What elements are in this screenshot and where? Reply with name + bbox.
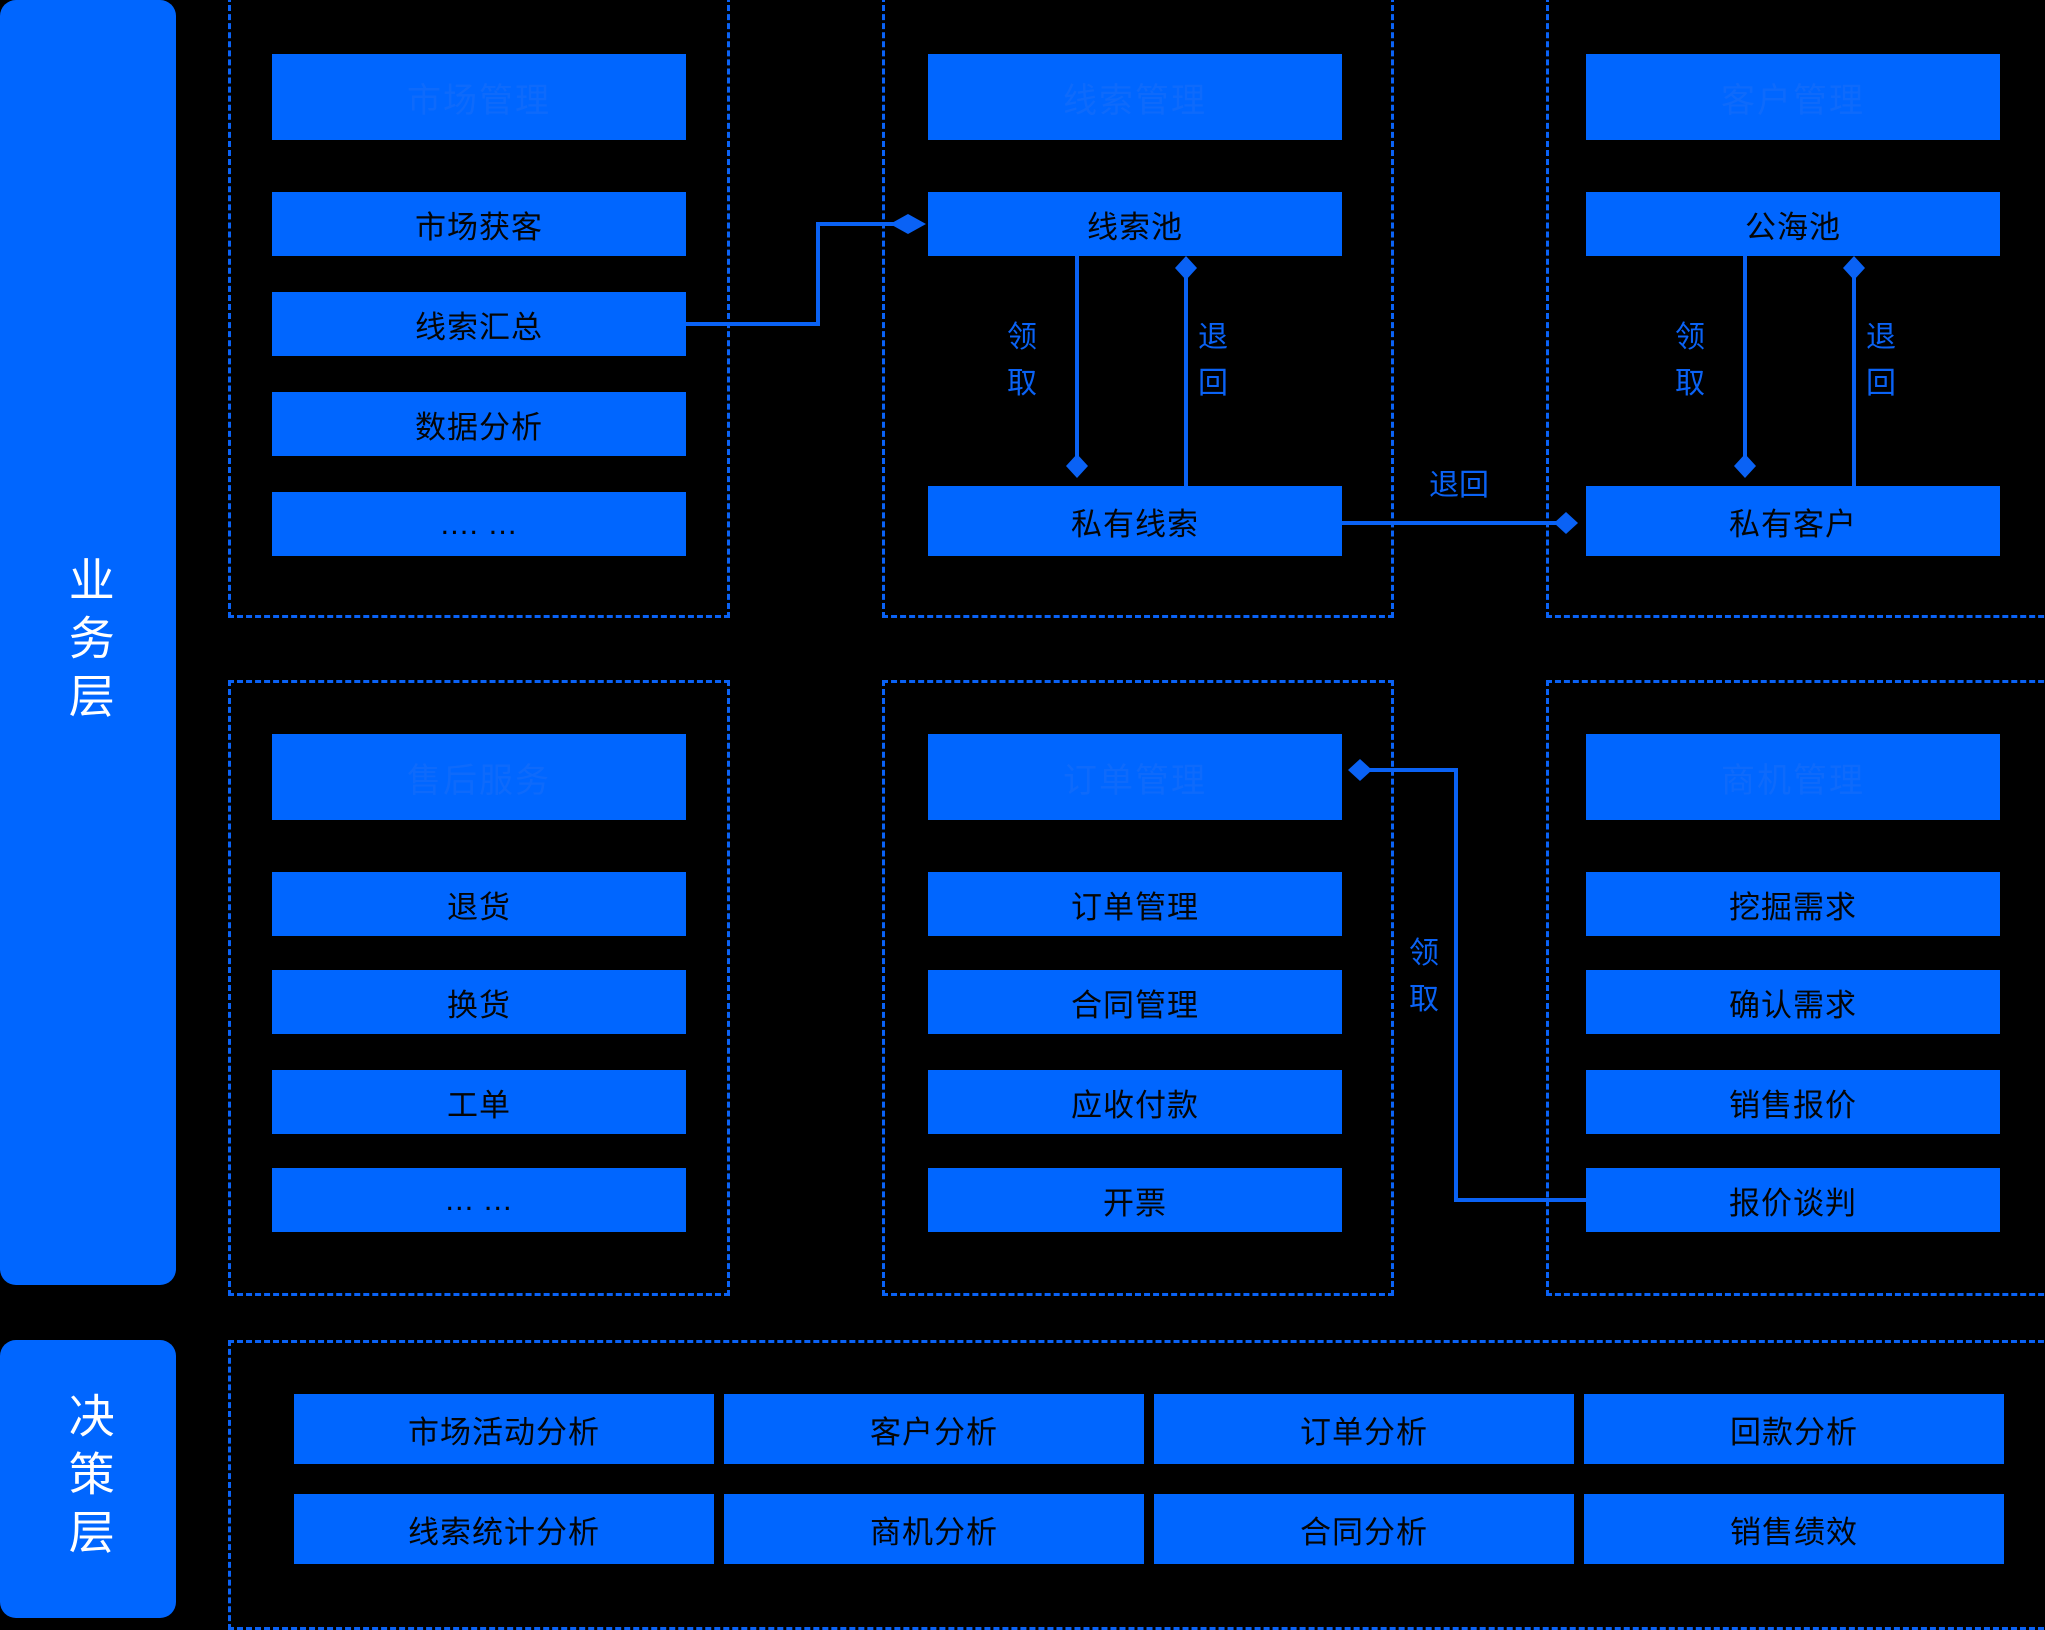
item-label: 线索汇总 — [415, 309, 543, 345]
group-header-lead[interactable]: 线索管理 — [928, 54, 1342, 140]
tile-sales-performance[interactable]: 销售绩效 — [1584, 1494, 2004, 1564]
item-private-lead[interactable]: 私有线索 — [928, 486, 1342, 556]
item-label: 订单管理 — [1071, 889, 1199, 925]
group-header-lead-label: 线索管理 — [1063, 81, 1207, 120]
group-header-customer[interactable]: 客户管理 — [1586, 54, 2000, 140]
tile-label: 销售绩效 — [1730, 1514, 1858, 1550]
item-label: 应收付款 — [1071, 1087, 1199, 1123]
item-label: 退货 — [447, 889, 511, 925]
item-label: 工单 — [447, 1087, 511, 1123]
group-header-marketing-label: 市场管理 — [407, 81, 551, 120]
item-receivable-payable[interactable]: 应收付款 — [928, 1070, 1342, 1134]
item-quotation-negotiation[interactable]: 报价谈判 — [1586, 1168, 2000, 1232]
layer-rail-decision: 决策层 — [0, 1340, 176, 1618]
tile-order-analysis[interactable]: 订单分析 — [1154, 1394, 1574, 1464]
connector-label-tuihui-2: 退回 — [1429, 469, 1489, 502]
item-service-more[interactable]: ... ... — [272, 1168, 686, 1232]
tile-contract-analysis[interactable]: 合同分析 — [1154, 1494, 1574, 1564]
tile-lead-statistics-analysis[interactable]: 线索统计分析 — [294, 1494, 714, 1564]
item-marketing-more[interactable]: .... ... — [272, 492, 686, 556]
item-label: 销售报价 — [1729, 1087, 1857, 1123]
tile-label: 商机分析 — [870, 1514, 998, 1550]
tile-payment-collection-analysis[interactable]: 回款分析 — [1584, 1394, 2004, 1464]
connector-label-lingqu-3: 领 — [1409, 937, 1439, 970]
item-label: .... ... — [440, 506, 518, 541]
item-work-order[interactable]: 工单 — [272, 1070, 686, 1134]
item-label: ... ... — [445, 1182, 513, 1217]
item-sea-pool[interactable]: 公海池 — [1586, 192, 2000, 256]
tile-label: 订单分析 — [1300, 1414, 1428, 1450]
item-label: 线索池 — [1087, 209, 1183, 245]
group-header-service-label: 售后服务 — [407, 761, 551, 800]
item-lead-pool[interactable]: 线索池 — [928, 192, 1342, 256]
item-return-goods[interactable]: 退货 — [272, 872, 686, 936]
item-lead-summary[interactable]: 线索汇总 — [272, 292, 686, 356]
item-private-customer[interactable]: 私有客户 — [1586, 486, 2000, 556]
group-header-order-label: 订单管理 — [1063, 761, 1207, 800]
item-invoicing[interactable]: 开票 — [928, 1168, 1342, 1232]
group-panel-decision — [228, 1340, 2045, 1630]
item-market-acquisition[interactable]: 市场获客 — [272, 192, 686, 256]
tile-opportunity-analysis[interactable]: 商机分析 — [724, 1494, 1144, 1564]
item-label: 开票 — [1103, 1185, 1167, 1221]
tile-market-activity-analysis[interactable]: 市场活动分析 — [294, 1394, 714, 1464]
tile-label: 回款分析 — [1730, 1414, 1858, 1450]
group-header-service[interactable]: 售后服务 — [272, 734, 686, 820]
connector-label-lingqu-3b: 取 — [1409, 983, 1439, 1016]
item-label: 私有客户 — [1729, 506, 1857, 542]
item-discover-demand[interactable]: 挖掘需求 — [1586, 872, 2000, 936]
item-confirm-demand[interactable]: 确认需求 — [1586, 970, 2000, 1034]
group-header-opportunity[interactable]: 商机管理 — [1586, 734, 2000, 820]
tile-label: 市场活动分析 — [408, 1414, 600, 1450]
item-sales-quotation[interactable]: 销售报价 — [1586, 1070, 2000, 1134]
group-header-opportunity-label: 商机管理 — [1721, 761, 1865, 800]
group-header-marketing[interactable]: 市场管理 — [272, 54, 686, 140]
item-label: 报价谈判 — [1729, 1185, 1857, 1221]
item-label: 市场获客 — [415, 209, 543, 245]
item-label: 公海池 — [1745, 209, 1841, 245]
tile-customer-analysis[interactable]: 客户分析 — [724, 1394, 1144, 1464]
item-label: 合同管理 — [1071, 987, 1199, 1023]
layer-rail-business-label: 业务层 — [62, 555, 115, 730]
item-label: 私有线索 — [1071, 506, 1199, 542]
tile-label: 合同分析 — [1300, 1514, 1428, 1550]
item-contract-management[interactable]: 合同管理 — [928, 970, 1342, 1034]
item-label: 确认需求 — [1729, 987, 1857, 1023]
tile-label: 客户分析 — [870, 1414, 998, 1450]
tile-label: 线索统计分析 — [408, 1514, 600, 1550]
item-order-management[interactable]: 订单管理 — [928, 872, 1342, 936]
layer-rail-decision-label: 决策层 — [62, 1392, 115, 1566]
item-data-analysis[interactable]: 数据分析 — [272, 392, 686, 456]
item-exchange-goods[interactable]: 换货 — [272, 970, 686, 1034]
item-label: 挖掘需求 — [1729, 889, 1857, 925]
item-label: 换货 — [447, 987, 511, 1023]
group-header-customer-label: 客户管理 — [1721, 81, 1865, 120]
item-label: 数据分析 — [415, 409, 543, 445]
layer-rail-business: 业务层 — [0, 0, 176, 1285]
group-header-order[interactable]: 订单管理 — [928, 734, 1342, 820]
